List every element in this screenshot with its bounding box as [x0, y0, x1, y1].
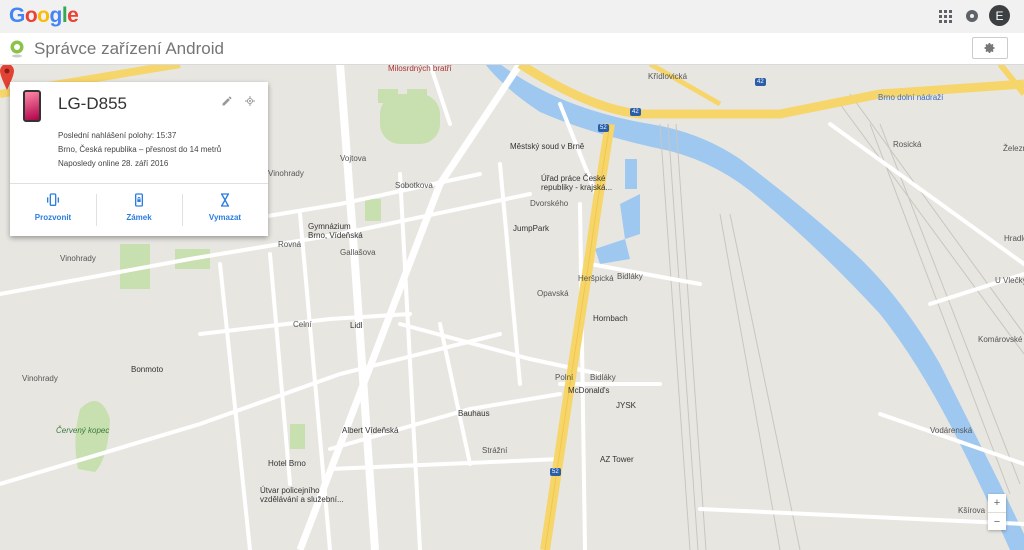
lock-button[interactable]: Zámek [96, 191, 182, 231]
map-label: Polní [555, 373, 574, 382]
erase-button[interactable]: Vymazat [182, 191, 268, 231]
logo-letter: o [24, 4, 38, 27]
account-avatar[interactable]: E [989, 5, 1010, 26]
map-label: Kšírova [958, 506, 986, 515]
logo-letter: o [37, 4, 50, 27]
route-42-shield: 42 [755, 78, 766, 86]
map-label: Vodárenská [930, 426, 973, 435]
erase-icon [221, 193, 229, 207]
map-label: Rosická [893, 140, 922, 149]
map-label: Hradlová [1004, 234, 1024, 243]
map-label: Dvorského [530, 199, 569, 208]
map-label: Brno, Vídeňská [308, 231, 363, 240]
map-label: Úřad práce České [541, 174, 606, 183]
map-label: Sobotkova [395, 181, 433, 190]
logo-letter: G [9, 4, 25, 27]
notifications-icon[interactable] [962, 6, 982, 26]
app-title: Správce zařízení Android [34, 39, 224, 58]
map-label: Křídlovická [648, 72, 688, 81]
map-label: republiky - krajská... [541, 183, 613, 192]
lock-label: Zámek [126, 213, 152, 222]
map-label: McDonald's [568, 386, 610, 395]
map-label: Heršpická [578, 274, 614, 283]
last-online-text: Naposledy online 28. září 2016 [58, 159, 169, 168]
map-label: Rovná [278, 240, 302, 249]
device-manager-logo-icon [10, 40, 24, 58]
zoom-in-button[interactable]: + [988, 494, 1006, 512]
map-label: Bidláky [590, 373, 616, 382]
device-card: LG-D855 Poslední nahlášení polohy: 15:37… [10, 82, 268, 236]
map-label: Bauhaus [458, 409, 490, 418]
map-label: Vinohrady [60, 254, 96, 263]
map-label: Albert Vídeňská [342, 426, 399, 435]
map-label: Vinohrady [22, 374, 58, 383]
map-label: Vinohrady [268, 169, 304, 178]
map-label: JYSK [616, 401, 637, 410]
map-label: Brno dolní nádraží [878, 93, 944, 102]
map-label: Komárovské [978, 335, 1023, 344]
map-label: Bonmoto [131, 365, 164, 374]
map-label: JumpPark [513, 224, 550, 233]
zoom-out-button[interactable]: − [988, 512, 1006, 531]
zoom-control: + − [988, 494, 1006, 530]
locate-crosshair-icon[interactable] [244, 95, 256, 107]
erase-label: Vymazat [208, 213, 242, 222]
map-label: Hornbach [593, 314, 628, 323]
map-label: Gallašova [340, 248, 376, 257]
ring-label: Prozvonit [34, 213, 72, 222]
lock-icon [135, 193, 143, 207]
map-label: Útvar policejního [260, 486, 320, 495]
device-info: Poslední nahlášení polohy: 15:37 Brno, Č… [58, 129, 221, 171]
map-label: Lidl [350, 321, 363, 330]
logo-letter: g [49, 4, 63, 27]
map-label: Celní [293, 320, 312, 329]
location-text: Brno, Česká republika – přesnost do 14 m… [58, 145, 222, 154]
map-label: Červený kopec [56, 426, 110, 435]
logo-letter: e [67, 4, 79, 27]
app-bar: Správce zařízení Android [0, 33, 1024, 65]
ring-button[interactable]: Prozvonit [10, 191, 96, 231]
last-report-text: Poslední nahlášení polohy: 15:37 [58, 131, 177, 140]
device-name: LG-D855 [58, 94, 127, 113]
map-label: vzdělávání a služební... [260, 495, 344, 504]
settings-button[interactable] [972, 37, 1008, 59]
ring-icon [47, 193, 59, 206]
map-label: Milosrdných bratří [388, 64, 452, 73]
apps-grid-icon[interactable] [935, 6, 955, 26]
map-label: Železn [1003, 144, 1024, 153]
map-label: Strážní [482, 446, 508, 455]
route-42-shield: 42 [630, 108, 641, 116]
map-label: Městský soud v Brně [510, 142, 585, 151]
route-52-shield: 52 [550, 468, 561, 476]
map-label: Hotel Brno [268, 459, 306, 468]
map-label: Bidláky [617, 272, 643, 281]
route-52-shield: 52 [598, 124, 609, 132]
phone-icon [23, 90, 41, 122]
top-bar: Google E [0, 0, 1024, 33]
map-label: Vojtova [340, 154, 367, 163]
edit-pencil-icon[interactable] [221, 95, 233, 107]
map-label: Gymnázium [308, 222, 351, 231]
google-logo[interactable]: Google [9, 4, 79, 28]
divider [10, 183, 268, 184]
gear-icon [984, 43, 995, 54]
map-label: U Vlečky [995, 276, 1024, 285]
map-label: Opavská [537, 289, 569, 298]
map-label: AZ Tower [600, 455, 634, 464]
